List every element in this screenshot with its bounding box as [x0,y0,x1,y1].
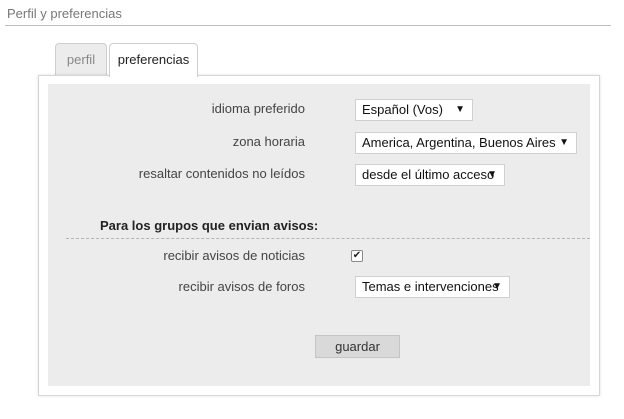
timezone-select[interactable]: America, Argentina, Buenos Aires ▼ [355,132,577,154]
news-notices-label: recibir avisos de noticias [163,248,305,263]
caret-down-icon: ▼ [559,137,569,148]
section-divider [66,238,590,239]
timezone-label: zona horaria [232,134,305,149]
forum-notices-select-value: Temas e intervenciones [362,279,499,294]
preferences-form: idioma preferido Español (Vos) ▼ zona ho… [48,84,590,386]
checkmark-icon: ✔ [352,250,362,261]
forum-notices-label: recibir avisos de foros [178,279,305,294]
title-divider [5,25,611,26]
caret-down-icon: ▼ [455,104,465,115]
language-select-value: Español (Vos) [362,102,443,117]
news-notices-checkbox[interactable]: ✔ [351,250,363,262]
language-label: idioma preferido [211,101,305,116]
page-title: Perfil y preferencias [7,6,122,21]
forum-notices-select[interactable]: Temas e intervenciones ▼ [355,276,510,298]
tab-preferencias[interactable]: preferencias [109,43,198,77]
timezone-select-value: America, Argentina, Buenos Aires [362,135,556,150]
caret-down-icon: ▼ [487,169,497,180]
caret-down-icon: ▼ [492,281,502,292]
preferences-panel: idioma preferido Español (Vos) ▼ zona ho… [38,75,600,396]
language-select[interactable]: Español (Vos) ▼ [355,99,473,121]
highlight-select[interactable]: desde el último acceso ▼ [355,164,505,186]
tab-perfil[interactable]: perfil [55,43,107,75]
groups-section-title: Para los grupos que envian avisos: [100,218,319,233]
highlight-select-value: desde el último acceso [362,167,495,182]
save-button[interactable]: guardar [315,335,400,358]
highlight-label: resaltar contenidos no leídos [138,166,305,181]
